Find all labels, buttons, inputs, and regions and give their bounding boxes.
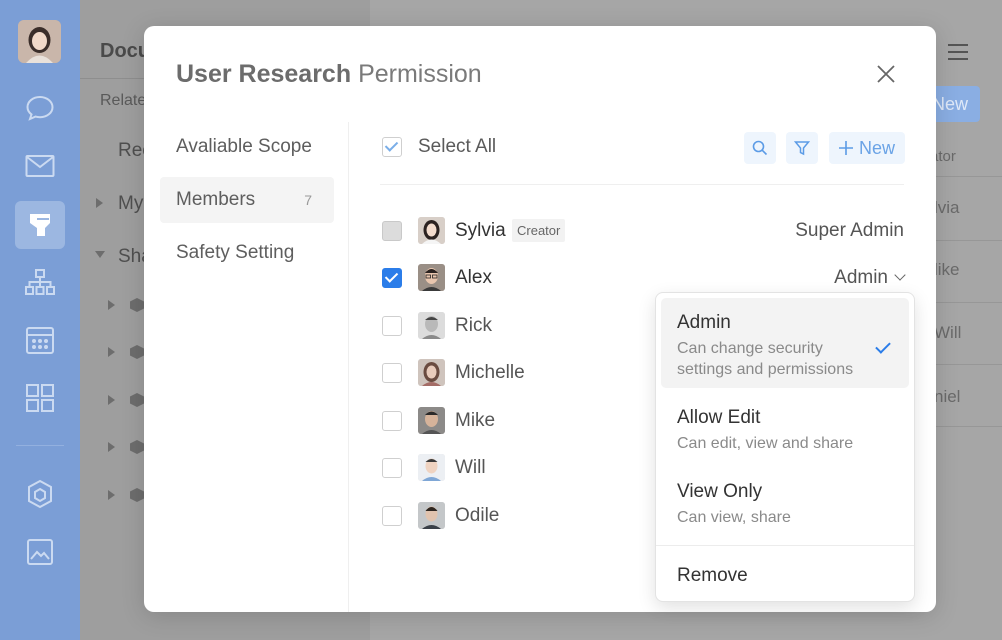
member-checkbox: [382, 221, 402, 241]
filter-icon: [794, 141, 810, 156]
role-option-title: Allow Edit: [677, 407, 761, 428]
nav-label: Safety Setting: [176, 242, 295, 263]
search-button[interactable]: [744, 132, 776, 164]
member-name: Mike: [455, 410, 496, 431]
nav-label: Members: [176, 189, 256, 210]
related-label: Relate: [100, 92, 147, 109]
close-icon[interactable]: [874, 62, 898, 86]
member-checkbox[interactable]: [382, 316, 402, 336]
docs-icon[interactable]: [15, 201, 65, 249]
nav-label: Avaliable Scope: [176, 136, 312, 157]
role-option-view-only[interactable]: View Only Can view, share: [661, 471, 909, 537]
tree-expand-icon[interactable]: [108, 347, 115, 357]
search-icon: [752, 140, 768, 156]
calendar-icon[interactable]: [22, 322, 58, 358]
member-checkbox[interactable]: [382, 363, 402, 383]
role-option-desc: Can change security settings and permiss…: [677, 340, 854, 378]
menu-icon[interactable]: [948, 44, 968, 65]
mail-icon[interactable]: [22, 148, 58, 184]
tree-collapse-icon[interactable]: [95, 251, 105, 258]
avatar: [418, 264, 445, 291]
avatar: [418, 312, 445, 339]
avatar: [418, 359, 445, 386]
tree-item-my[interactable]: My: [118, 193, 143, 215]
role-dropdown[interactable]: Admin: [834, 267, 906, 289]
modal-title: User Research Permission: [176, 60, 482, 89]
row-divider: [936, 426, 1002, 427]
select-all-label: Select All: [418, 136, 497, 157]
member-name: Odile: [455, 505, 500, 526]
member-name: Will: [455, 457, 486, 478]
user-avatar[interactable]: [18, 20, 61, 63]
member-checkbox[interactable]: [382, 268, 402, 288]
remove-member-button[interactable]: Remove: [677, 565, 748, 587]
member-name: Rick: [455, 315, 492, 336]
members-count: 7: [304, 192, 312, 208]
modal-title-doc: User Research: [176, 60, 352, 88]
avatar: [418, 454, 445, 481]
tree-expand-icon[interactable]: [108, 442, 115, 452]
member-row-sylvia[interactable]: Sylvia Creator Super Admin: [380, 211, 904, 251]
new-button-label: New: [858, 137, 895, 158]
member-checkbox[interactable]: [382, 411, 402, 431]
role-option-admin[interactable]: Admin Can change security settings and p…: [661, 298, 909, 388]
sidebar-divider: [16, 445, 64, 446]
select-all-checkbox[interactable]: [382, 137, 402, 157]
menu-divider: [656, 545, 914, 546]
nav-members[interactable]: Members 7: [160, 177, 334, 223]
chevron-down-icon: [894, 269, 906, 281]
role-option-desc: Can edit, view and share: [677, 435, 854, 452]
nav-safety-setting[interactable]: Safety Setting: [160, 230, 334, 276]
role-option-title: Admin: [677, 312, 731, 333]
table-cell: niel: [934, 387, 961, 406]
member-name: Sylvia: [455, 220, 506, 241]
role-option-title: View Only: [677, 481, 763, 502]
header-divider: [380, 184, 904, 185]
nav-divider: [348, 122, 349, 612]
member-checkbox[interactable]: [382, 458, 402, 478]
role-option-desc: Can view, share: [677, 509, 791, 526]
row-divider: [936, 302, 1002, 303]
table-cell: Will: [934, 323, 962, 342]
cube-icon[interactable]: [22, 476, 58, 512]
checkmark-icon: [384, 269, 399, 283]
tree-expand-icon[interactable]: [96, 198, 103, 208]
creator-badge: Creator: [512, 219, 566, 242]
row-divider: [936, 240, 1002, 241]
image-icon[interactable]: [22, 534, 58, 570]
modal-title-suffix: Permission: [351, 60, 482, 88]
checkmark-icon: [384, 138, 399, 152]
avatar: [418, 217, 445, 244]
apps-icon[interactable]: [22, 380, 58, 416]
role-option-allow-edit[interactable]: Allow Edit Can edit, view and share: [661, 397, 909, 463]
checkmark-icon: [875, 338, 891, 354]
tree-expand-icon[interactable]: [108, 395, 115, 405]
panel-title: Docu: [100, 40, 150, 62]
member-checkbox[interactable]: [382, 506, 402, 526]
row-divider: [936, 176, 1002, 177]
chat-icon[interactable]: [22, 90, 58, 126]
plus-icon: [838, 141, 853, 155]
new-member-button[interactable]: New: [829, 132, 905, 164]
filter-button[interactable]: [786, 132, 818, 164]
app-sidebar: [0, 0, 80, 640]
table-cell: like: [934, 260, 960, 279]
member-name: Michelle: [455, 362, 525, 383]
tree-expand-icon[interactable]: [108, 300, 115, 310]
avatar: [418, 407, 445, 434]
role-dropdown-label: Admin: [834, 267, 888, 288]
member-role: Super Admin: [795, 220, 904, 241]
org-chart-icon[interactable]: [22, 264, 58, 300]
role-menu: Admin Can change security settings and p…: [655, 292, 915, 602]
tree-expand-icon[interactable]: [108, 490, 115, 500]
table-cell: lvia: [934, 198, 960, 217]
row-divider: [936, 364, 1002, 365]
member-name: Alex: [455, 267, 492, 288]
avatar: [418, 502, 445, 529]
nav-available-scope[interactable]: Avaliable Scope: [160, 124, 334, 170]
